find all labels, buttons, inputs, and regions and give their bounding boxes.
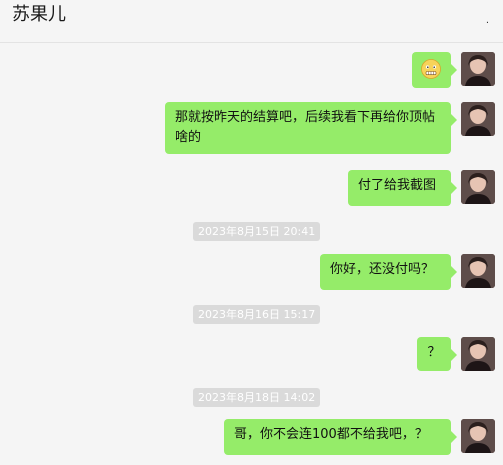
message-text: ？	[427, 345, 441, 360]
message-text: 付了给我截图	[358, 178, 437, 193]
avatar-photo-icon	[461, 102, 495, 136]
message-bubble[interactable]: 付了给我截图	[348, 170, 457, 206]
message-text: 哥，你不会连100都不给我吧，？	[234, 427, 428, 442]
message-bubble[interactable]: ？	[417, 337, 457, 371]
more-options-icon[interactable]: .	[486, 16, 489, 26]
avatar-photo-icon	[461, 254, 495, 288]
chat-title[interactable]: 苏果儿	[12, 4, 66, 26]
avatar[interactable]	[461, 102, 495, 136]
message-text: 那就按昨天的结算吧，后续我看下再给你顶帖啥的	[175, 110, 436, 145]
avatar[interactable]	[461, 52, 495, 86]
timestamp: 2023年8月16日 15:17	[193, 305, 321, 324]
timestamp: 2023年8月15日 20:41	[193, 222, 321, 241]
avatar-photo-icon	[461, 52, 495, 86]
message-text: 你好，还没付吗？	[330, 262, 435, 277]
avatar[interactable]	[461, 254, 495, 288]
message-bubble[interactable]: 那就按昨天的结算吧，后续我看下再给你顶帖啥的	[165, 102, 457, 154]
grimace-face-emoji	[421, 59, 441, 79]
message-bubble[interactable]	[412, 52, 457, 88]
chat-header: 苏果儿 .	[0, 0, 503, 43]
avatar[interactable]	[461, 170, 495, 204]
avatar-photo-icon	[461, 337, 495, 371]
message-bubble[interactable]: 你好，还没付吗？	[320, 254, 457, 290]
avatar[interactable]	[461, 419, 495, 453]
avatar-photo-icon	[461, 170, 495, 204]
message-bubble[interactable]: 哥，你不会连100都不给我吧，？	[224, 419, 457, 455]
timestamp: 2023年8月18日 14:02	[193, 388, 321, 407]
avatar[interactable]	[461, 337, 495, 371]
avatar-photo-icon	[461, 419, 495, 453]
